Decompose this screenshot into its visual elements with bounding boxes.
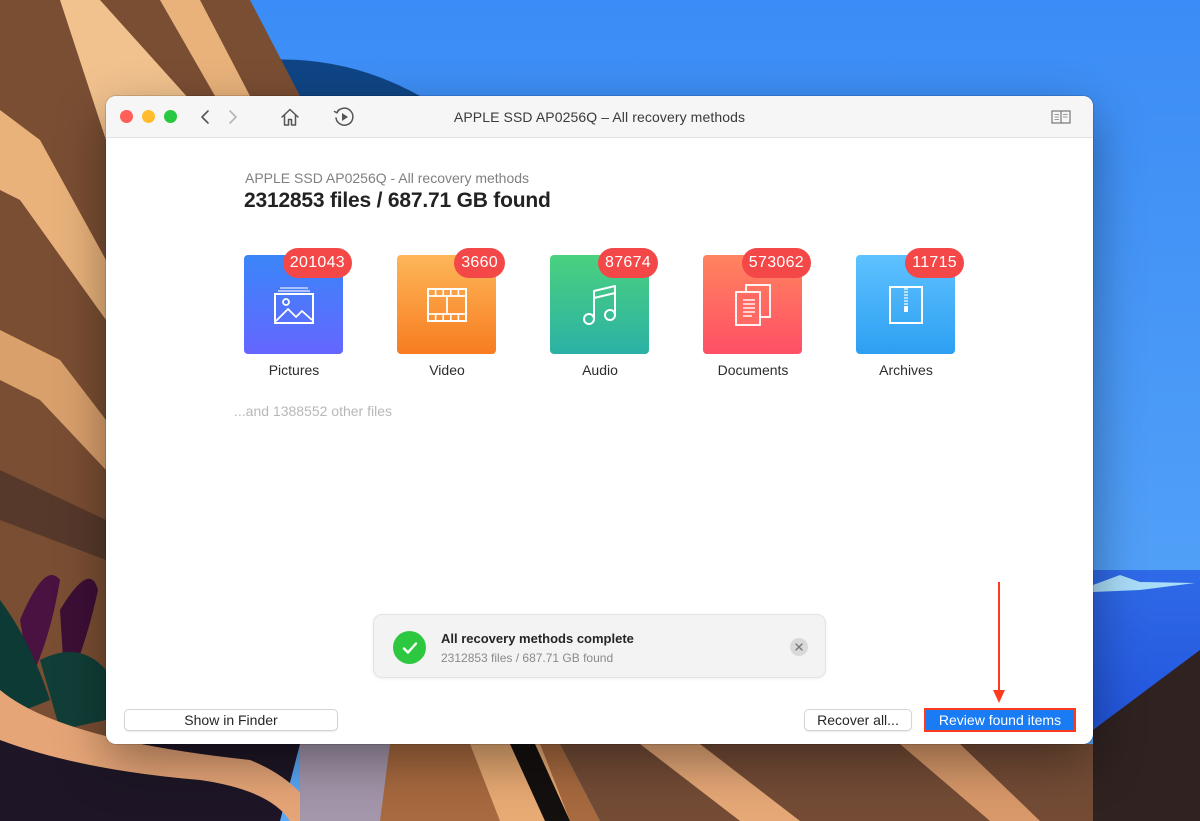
review-found-items-button[interactable]: Review found items — [924, 708, 1076, 732]
toast-title: All recovery methods complete — [441, 631, 634, 646]
book-sidebar-icon — [1051, 110, 1071, 124]
other-files-link[interactable]: ...and 1388552 other files — [234, 403, 392, 419]
tile-label: Documents — [717, 362, 789, 378]
tile-label: Audio — [582, 362, 618, 378]
zip-archive-icon — [888, 285, 923, 324]
music-note-icon — [582, 284, 616, 325]
app-window: APPLE SSD AP0256Q – All recovery methods… — [106, 96, 1093, 744]
scan-result-headline: 2312853 files / 687.71 GB found — [244, 189, 551, 212]
picture-icon — [273, 286, 314, 324]
count-badge: 573062 — [741, 248, 811, 278]
tile-label: Video — [429, 362, 465, 378]
tile-label: Archives — [879, 362, 933, 378]
toast-close-button[interactable] — [790, 638, 808, 656]
documents-icon — [734, 283, 771, 326]
recover-all-button[interactable]: Recover all... — [804, 709, 912, 731]
close-icon — [795, 643, 803, 651]
completion-toast: All recovery methods complete 2312853 fi… — [373, 614, 826, 678]
tile-label: Pictures — [268, 362, 320, 378]
title-bar: APPLE SSD AP0256Q – All recovery methods — [106, 96, 1093, 138]
window-title: APPLE SSD AP0256Q – All recovery methods — [453, 109, 746, 125]
scan-subtitle: APPLE SSD AP0256Q - All recovery methods — [245, 170, 530, 186]
toggle-sidebar-button[interactable] — [1049, 105, 1073, 129]
count-badge: 87674 — [598, 248, 658, 278]
count-badge: 3660 — [454, 248, 505, 278]
success-status — [393, 631, 426, 664]
toast-subtitle: 2312853 files / 687.71 GB found — [441, 651, 614, 665]
count-badge: 201043 — [282, 248, 352, 278]
count-badge: 11715 — [905, 248, 964, 278]
film-icon — [426, 287, 467, 322]
show-in-finder-button[interactable]: Show in Finder — [124, 709, 338, 731]
checkmark-icon — [402, 641, 417, 654]
